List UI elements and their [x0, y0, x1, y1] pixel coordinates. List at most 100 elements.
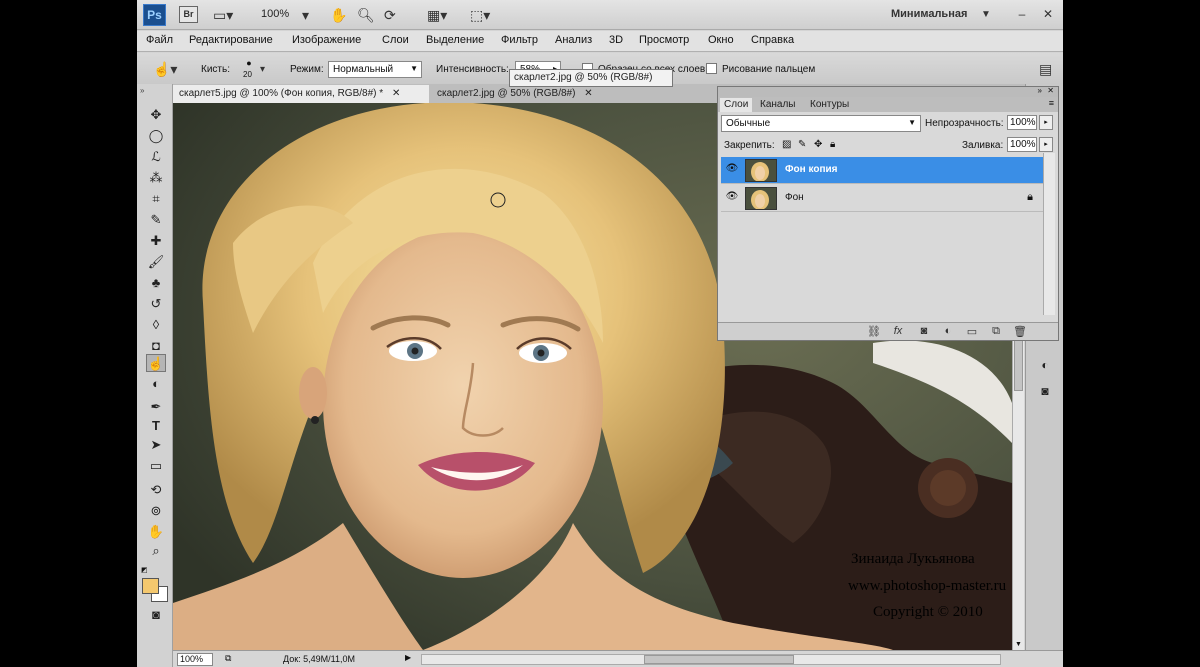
history-brush-icon[interactable]: ↺: [146, 295, 166, 313]
mode-select[interactable]: Нормальный ▼: [328, 61, 422, 78]
layers-scrollbar[interactable]: [1043, 153, 1055, 315]
blend-mode-select[interactable]: Обычные ▼: [721, 115, 921, 132]
crop-icon[interactable]: ⌗: [146, 190, 166, 208]
rotate-view-icon[interactable]: ⟳: [384, 6, 396, 24]
marquee-icon[interactable]: ◯: [146, 127, 166, 145]
menu-edit[interactable]: Редактирование: [189, 34, 273, 46]
export-icon[interactable]: ⧉: [225, 653, 231, 664]
collapse-toolbox-icon[interactable]: »: [140, 86, 144, 95]
lock-all-icon[interactable]: 🔒︎: [830, 139, 835, 150]
tools-panel: » ✥ ◯ ℒ ⁂ ⌗ ✎ ✚ 🖌︎ ♣ ↺ ◊ ◘ ☝ ◐ ✒ T ➤ ▭ ⟲…: [137, 84, 173, 667]
type-icon[interactable]: T: [146, 417, 166, 435]
new-layer-icon[interactable]: ⧉: [988, 325, 1004, 339]
panel-menu-icon[interactable]: ≡: [1049, 98, 1054, 108]
lock-transparency-icon[interactable]: ▨: [782, 139, 791, 150]
horizontal-scrollbar[interactable]: [421, 654, 1001, 665]
adjustments-icon[interactable]: ◐: [1035, 356, 1055, 374]
lasso-icon[interactable]: ℒ: [146, 148, 166, 166]
workspace-switcher[interactable]: Минимальная: [891, 8, 967, 20]
mode-value: Нормальный: [333, 64, 394, 75]
panel-header-bar[interactable]: » ✕: [718, 86, 1058, 97]
status-menu-arrow-icon[interactable]: ▶: [405, 653, 411, 662]
lock-pixels-icon[interactable]: ✎: [798, 139, 806, 150]
hand-icon[interactable]: ✋: [146, 523, 166, 541]
fill-slider-arrow-icon[interactable]: ▸: [1039, 137, 1053, 152]
healing-brush-icon[interactable]: ✚: [146, 232, 166, 250]
close-panel-icon[interactable]: ✕: [1047, 86, 1054, 95]
zoom-dropdown-arrow-icon[interactable]: ▾: [302, 6, 309, 24]
smudge-icon[interactable]: ☝: [146, 354, 166, 372]
adjustment-layer-icon[interactable]: ◐: [940, 325, 956, 339]
zoom-level-dropdown[interactable]: 100%: [261, 8, 289, 20]
zoom-icon[interactable]: 🔍︎: [357, 6, 375, 24]
new-group-icon[interactable]: ▭: [964, 325, 980, 339]
hand-icon[interactable]: ✋: [330, 6, 347, 24]
foreground-color-swatch[interactable]: [142, 578, 159, 594]
layer-row-background-copy[interactable]: 👁︎ Фон копия: [721, 157, 1043, 184]
scroll-down-icon[interactable]: ▼: [1015, 641, 1022, 648]
zoom-icon[interactable]: ⌕: [146, 542, 166, 560]
3d-orbit-icon[interactable]: ⊚: [146, 502, 166, 520]
default-colors-icon[interactable]: ◩: [141, 566, 148, 574]
menu-view[interactable]: Просмотр: [639, 34, 689, 46]
close-tab-icon[interactable]: ✕: [392, 88, 400, 99]
delete-layer-icon[interactable]: 🗑︎: [1012, 325, 1028, 339]
3d-rotate-icon[interactable]: ⟲: [146, 481, 166, 499]
layer-style-icon[interactable]: fx: [890, 325, 906, 339]
bridge-button[interactable]: Br: [179, 6, 198, 23]
workspace-dropdown-icon[interactable]: ▼: [981, 6, 991, 24]
visibility-eye-icon[interactable]: 👁︎: [724, 191, 740, 205]
brush-icon[interactable]: 🖌︎: [146, 253, 166, 271]
menu-layer[interactable]: Слои: [382, 34, 409, 46]
eyedropper-icon[interactable]: ✎: [146, 211, 166, 229]
status-zoom-field[interactable]: 100%: [177, 653, 213, 666]
menu-help[interactable]: Справка: [751, 34, 794, 46]
scrollbar-thumb[interactable]: [1014, 339, 1023, 391]
masks-icon[interactable]: ◙: [1035, 382, 1055, 400]
lock-label: Закрепить:: [724, 140, 775, 151]
hscroll-thumb[interactable]: [644, 655, 794, 664]
eraser-icon[interactable]: ◊: [146, 316, 166, 334]
brush-picker-arrow-icon[interactable]: ▾: [260, 61, 265, 79]
opacity-slider-arrow-icon[interactable]: ▸: [1039, 115, 1053, 130]
tab-layers[interactable]: Слои: [720, 98, 753, 112]
quick-mask-icon[interactable]: ◙: [146, 606, 166, 624]
menu-select[interactable]: Выделение: [426, 34, 484, 46]
view-extras-icon[interactable]: ▭▾: [213, 6, 233, 24]
visibility-eye-icon[interactable]: 👁︎: [724, 163, 740, 177]
lock-position-icon[interactable]: ✥: [814, 139, 822, 150]
layer-row-background[interactable]: 👁︎ Фон 🔒︎: [721, 185, 1043, 212]
link-layers-icon[interactable]: ⛓: [866, 325, 882, 339]
collapse-panel-icon[interactable]: »: [1038, 86, 1042, 95]
menu-analysis[interactable]: Анализ: [555, 34, 592, 46]
tab-scarlet2[interactable]: скарлет2.jpg @ 50% (RGB/8#) ✕: [431, 85, 611, 103]
panel-toggle-icon[interactable]: ▤: [1039, 60, 1052, 78]
move-icon[interactable]: ✥: [146, 106, 166, 124]
opacity-input[interactable]: 100%: [1007, 115, 1037, 130]
rectangle-icon[interactable]: ▭: [146, 457, 166, 475]
close-tab-icon[interactable]: ✕: [584, 88, 592, 99]
path-selection-icon[interactable]: ➤: [146, 436, 166, 454]
minimize-button[interactable]: –: [1013, 6, 1031, 22]
paint-bucket-icon[interactable]: ◘: [146, 337, 166, 355]
finger-painting-checkbox[interactable]: [706, 63, 717, 74]
menu-file[interactable]: Файл: [146, 34, 173, 46]
tab-paths[interactable]: Контуры: [806, 98, 853, 112]
close-button[interactable]: ✕: [1039, 6, 1057, 22]
brush-preview-icon[interactable]: ●: [241, 58, 257, 68]
pen-icon[interactable]: ✒: [146, 398, 166, 416]
menu-3d[interactable]: 3D: [609, 34, 623, 46]
fill-input[interactable]: 100%: [1007, 137, 1037, 152]
dodge-icon[interactable]: ◐: [146, 375, 166, 393]
clone-stamp-icon[interactable]: ♣: [146, 274, 166, 292]
tab-channels[interactable]: Каналы: [756, 98, 800, 112]
screen-mode-icon[interactable]: ⬚▾: [470, 6, 490, 24]
arrange-documents-icon[interactable]: ▦▾: [427, 6, 447, 24]
tool-preset-icon[interactable]: ☝▾: [153, 60, 177, 78]
tab-scarlet5[interactable]: скарлет5.jpg @ 100% (Фон копия, RGB/8#) …: [173, 85, 429, 103]
magic-wand-icon[interactable]: ⁂: [146, 169, 166, 187]
menu-filter[interactable]: Фильтр: [501, 34, 538, 46]
menu-image[interactable]: Изображение: [292, 34, 361, 46]
menu-window[interactable]: Окно: [708, 34, 734, 46]
add-mask-icon[interactable]: ◙: [916, 325, 932, 339]
